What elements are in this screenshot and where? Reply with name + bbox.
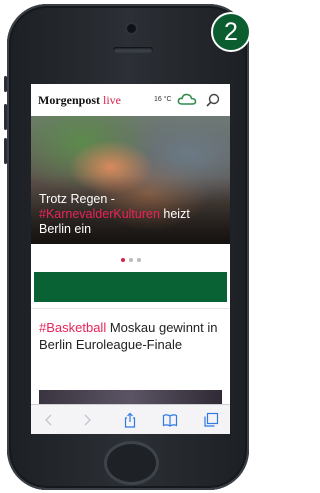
volume-down-button [4,138,7,164]
home-button[interactable] [104,441,159,485]
mute-switch [4,76,7,92]
carousel-dot[interactable] [128,258,133,262]
earpiece-speaker [113,47,153,53]
hero-headline-start: Trotz Regen - [39,192,115,206]
cloud-icon [177,93,197,105]
article-thumbnail[interactable] [39,390,222,404]
site-header: Morgenpost live 16 °C [31,84,230,116]
bookmarks-icon[interactable] [162,412,178,428]
carousel-indicator[interactable] [31,249,230,267]
carousel-dot[interactable] [120,258,125,262]
step-badge: 2 [211,12,251,52]
hero-hashtag[interactable]: #KarnevalderKulturen [39,207,160,221]
forward-icon[interactable] [79,412,95,428]
volume-up-button [4,104,7,130]
brand-name: Morgenpost [38,93,100,107]
article-hashtag[interactable]: #Basketball [39,320,106,335]
article-teaser[interactable]: #Basketball Moskau gewinnt in Berlin Eur… [39,319,222,353]
screen: Morgenpost live 16 °C Trotz Regen - #Karn… [31,84,230,434]
carousel-dot[interactable] [136,258,141,262]
hero-teaser[interactable]: Trotz Regen - #KarnevalderKulturen heizt… [31,116,230,244]
site-logo[interactable]: Morgenpost live [38,93,121,108]
temperature-readout: 16 °C [154,96,172,103]
browser-toolbar [31,404,230,434]
divider [31,308,230,309]
front-camera [127,24,136,33]
share-icon[interactable] [122,412,138,428]
phone-frame: Morgenpost live 16 °C Trotz Regen - #Karn… [4,4,249,490]
tabs-icon[interactable] [203,412,219,428]
back-icon[interactable] [41,412,57,428]
hero-headline[interactable]: Trotz Regen - #KarnevalderKulturen heizt… [39,192,224,237]
search-icon[interactable] [206,93,220,107]
brand-live-label: live [103,93,121,107]
ad-banner[interactable] [34,272,227,302]
step-number: 2 [224,18,238,46]
